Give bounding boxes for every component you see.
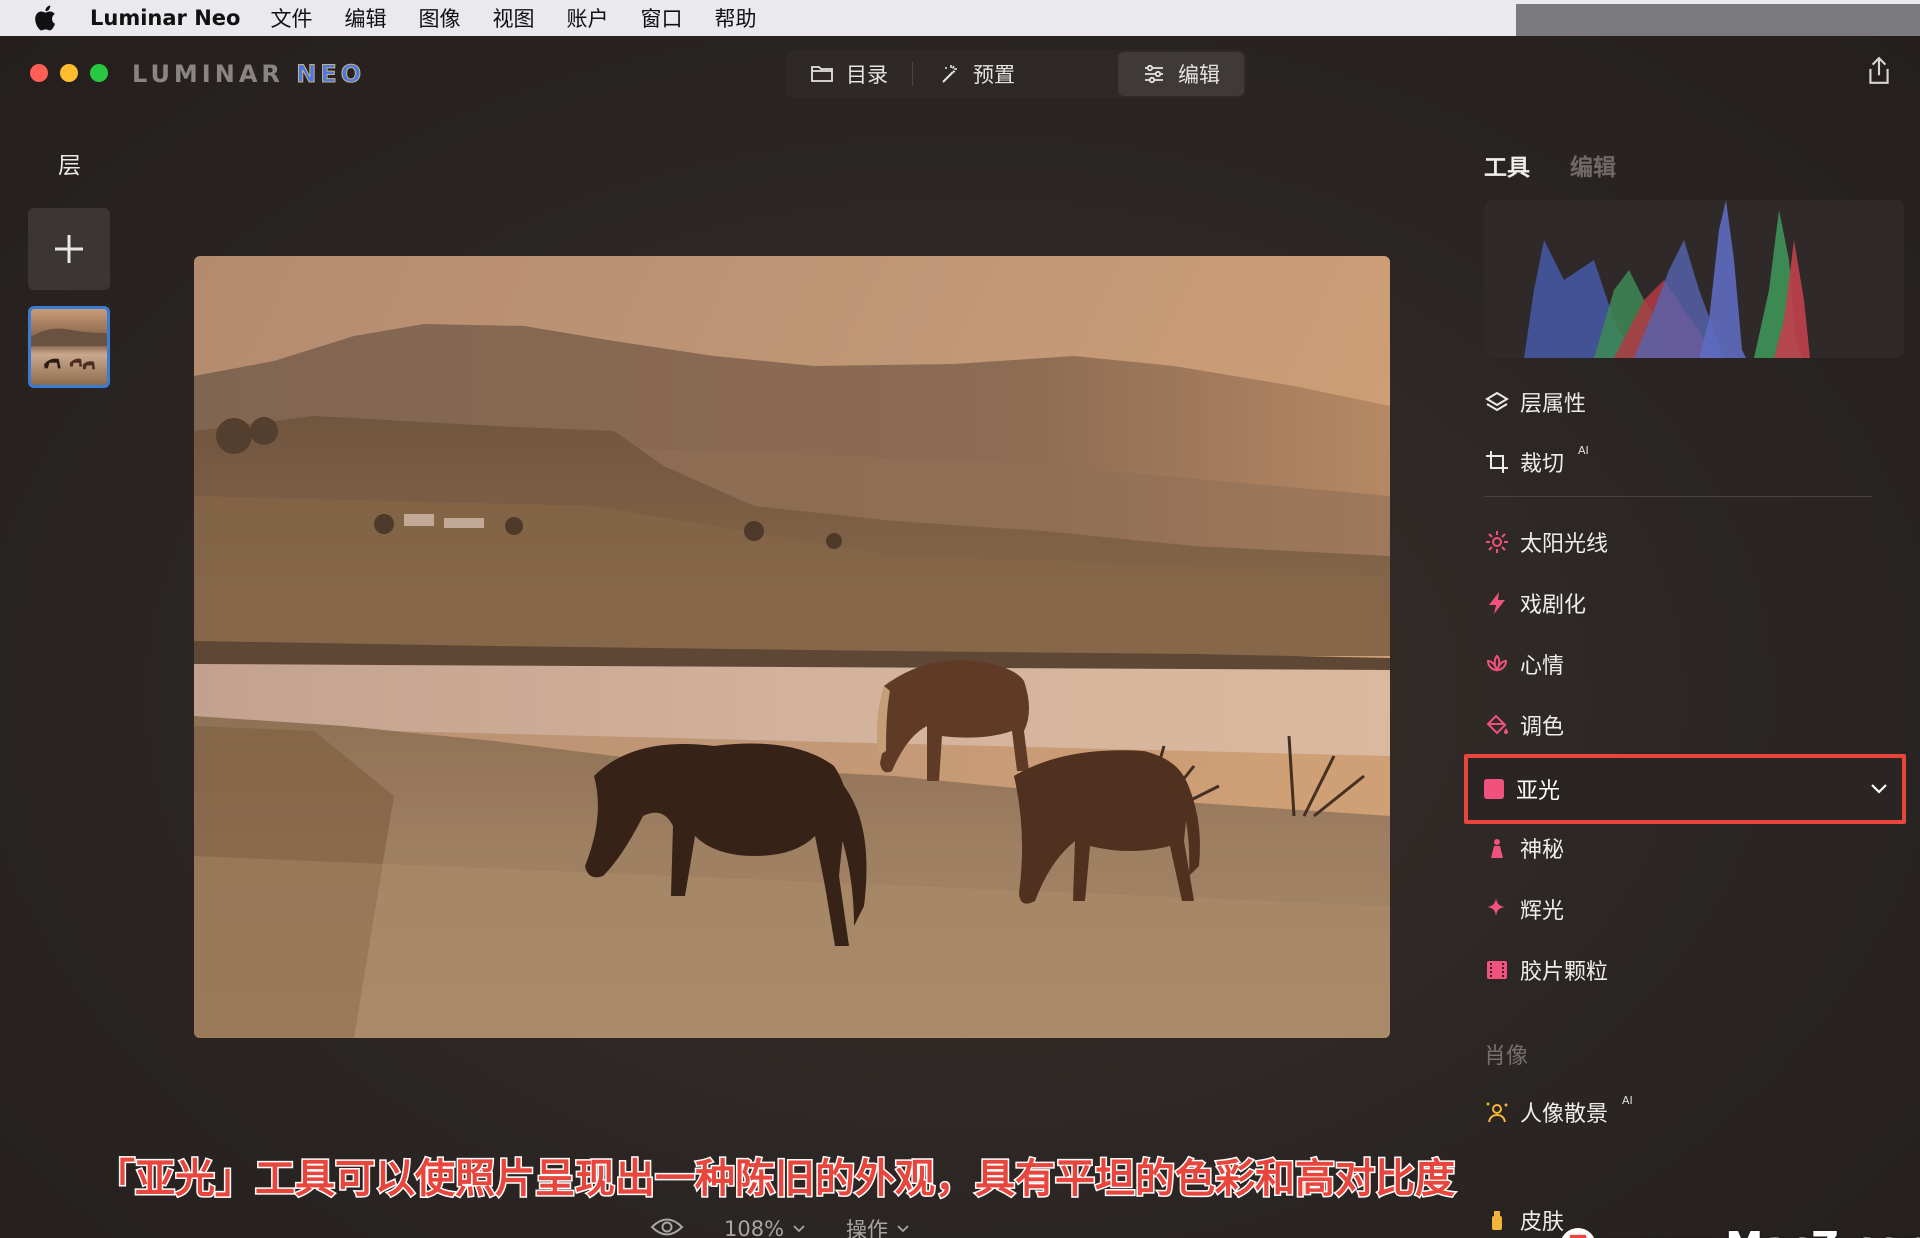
tool-toning-label: 调色: [1520, 715, 1565, 740]
menu-bar: Luminar Neo 文件 编辑 图像 视图 账户 窗口 帮助: [0, 0, 1920, 36]
skin-bottle-icon: [1492, 1211, 1502, 1230]
tool-mood[interactable]: 心情: [1484, 648, 1564, 680]
tool-glow[interactable]: 辉光: [1484, 893, 1564, 925]
actions-dropdown[interactable]: 操作: [846, 1214, 910, 1238]
window-controls: [30, 64, 108, 82]
tab-edits[interactable]: 编辑: [1570, 148, 1616, 182]
watermark-text: www.MacZ.com: [1608, 1224, 1920, 1238]
share-icon[interactable]: [1866, 56, 1892, 86]
tool-matte-selected[interactable]: 亚光: [1464, 754, 1906, 824]
magic-wand-icon: [942, 65, 957, 83]
tool-film-grain-label: 胶片颗粒: [1520, 960, 1609, 985]
menu-window[interactable]: 窗口: [640, 3, 682, 33]
menu-view[interactable]: 视图: [492, 3, 534, 33]
bottom-toolbar: 108% 操作: [650, 1214, 910, 1238]
tab-tools[interactable]: 工具: [1484, 148, 1530, 182]
tab-catalog-label: 目录: [846, 63, 888, 87]
menu-account[interactable]: 账户: [566, 3, 608, 33]
tool-matte-label: 亚光: [1516, 779, 1561, 804]
matte-icon: [1484, 779, 1504, 799]
tool-skin-label: 皮肤: [1520, 1210, 1565, 1235]
layers-icon: [1485, 391, 1509, 412]
plus-icon: [55, 235, 83, 263]
tab-presets[interactable]: 预置: [913, 52, 1039, 96]
chevron-down-icon: [793, 1225, 805, 1233]
sparkle-icon: [1487, 898, 1505, 916]
tool-crop-label: 裁切: [1520, 452, 1565, 477]
ai-badge: AI: [1622, 1094, 1633, 1107]
tool-layer-properties[interactable]: 层属性: [1484, 386, 1586, 418]
main-photo-canvas[interactable]: [194, 256, 1390, 1038]
menu-file[interactable]: 文件: [270, 3, 312, 33]
portrait-bokeh-icon: [1486, 1102, 1508, 1123]
lotus-icon: [1486, 654, 1508, 672]
tool-skin[interactable]: 皮肤: [1484, 1204, 1564, 1236]
tab-edit[interactable]: 编辑: [1118, 52, 1244, 96]
right-panel-tabs: 工具 编辑: [1484, 148, 1616, 182]
chevron-down-icon[interactable]: [1870, 782, 1888, 796]
tool-dramatic[interactable]: 戏剧化: [1484, 587, 1586, 619]
tool-sunrays-label: 太阳光线: [1520, 532, 1609, 557]
film-icon: [1487, 961, 1507, 979]
actions-label: 操作: [846, 1218, 889, 1238]
tool-mystical[interactable]: 神秘: [1484, 832, 1564, 864]
layer-thumbnail[interactable]: [28, 306, 110, 388]
ai-badge: AI: [1578, 444, 1589, 457]
mystical-icon: [1491, 839, 1503, 858]
tool-crop[interactable]: 裁切 AI: [1484, 444, 1589, 478]
tool-toning[interactable]: 调色: [1484, 709, 1564, 741]
app-name-menu[interactable]: Luminar Neo: [90, 6, 240, 30]
crop-icon: [1486, 451, 1508, 473]
folder-icon: [811, 66, 833, 82]
lightning-icon: [1489, 592, 1505, 614]
zoom-value: 108%: [724, 1217, 785, 1238]
sun-icon: [1486, 531, 1508, 553]
add-layer-button[interactable]: [28, 208, 110, 290]
app-window: LUMINAR NEO 目录 预置 编辑 层 108% 操作 工具 编辑 层属性…: [0, 36, 1920, 1238]
chevron-down-icon: [897, 1225, 909, 1233]
tool-divider: [1484, 496, 1872, 497]
zoom-dropdown[interactable]: 108%: [724, 1217, 806, 1238]
menubar-status-area: [1516, 4, 1920, 36]
horse-landscape-photo: [194, 256, 1390, 1038]
close-window-button[interactable]: [30, 64, 48, 82]
menu-edit[interactable]: 编辑: [344, 3, 386, 33]
luminar-neo-logo: LUMINAR NEO: [132, 60, 366, 89]
histogram: [1484, 200, 1904, 358]
sliders-icon: [1145, 64, 1163, 84]
tool-mood-label: 心情: [1520, 654, 1565, 679]
watermark: Z www.MacZ.com: [1560, 1224, 1920, 1238]
tab-presets-label: 预置: [973, 63, 1015, 87]
tool-portrait-bokeh[interactable]: 人像散景 AI: [1484, 1094, 1633, 1128]
tool-layer-properties-label: 层属性: [1520, 392, 1587, 417]
tutorial-caption: 「亚光」工具可以使照片呈现出一种陈旧的外观，具有平坦的色彩和高对比度: [94, 1155, 1457, 1204]
zoom-window-button[interactable]: [90, 64, 108, 82]
macz-logo-icon: Z: [1560, 1228, 1596, 1238]
apple-menu-icon[interactable]: [0, 5, 90, 31]
menu-image[interactable]: 图像: [418, 3, 460, 33]
portrait-section-title: 肖像: [1484, 1044, 1529, 1069]
minimize-window-button[interactable]: [60, 64, 78, 82]
paint-bucket-icon: [1486, 714, 1508, 735]
menu-help[interactable]: 帮助: [714, 3, 756, 33]
tool-glow-label: 辉光: [1520, 899, 1565, 924]
tool-dramatic-label: 戏剧化: [1520, 593, 1587, 618]
tool-sunrays[interactable]: 太阳光线: [1484, 526, 1608, 558]
tab-catalog[interactable]: 目录: [786, 52, 912, 96]
compare-eye-icon[interactable]: [650, 1216, 684, 1238]
tool-mystical-label: 神秘: [1520, 838, 1565, 863]
tab-edit-label: 编辑: [1178, 63, 1220, 87]
top-navigation: 目录 预置 编辑: [786, 50, 1246, 98]
tool-film-grain[interactable]: 胶片颗粒: [1484, 954, 1608, 986]
layers-title: 层: [58, 153, 81, 179]
tool-portrait-bokeh-label: 人像散景: [1520, 1102, 1609, 1127]
